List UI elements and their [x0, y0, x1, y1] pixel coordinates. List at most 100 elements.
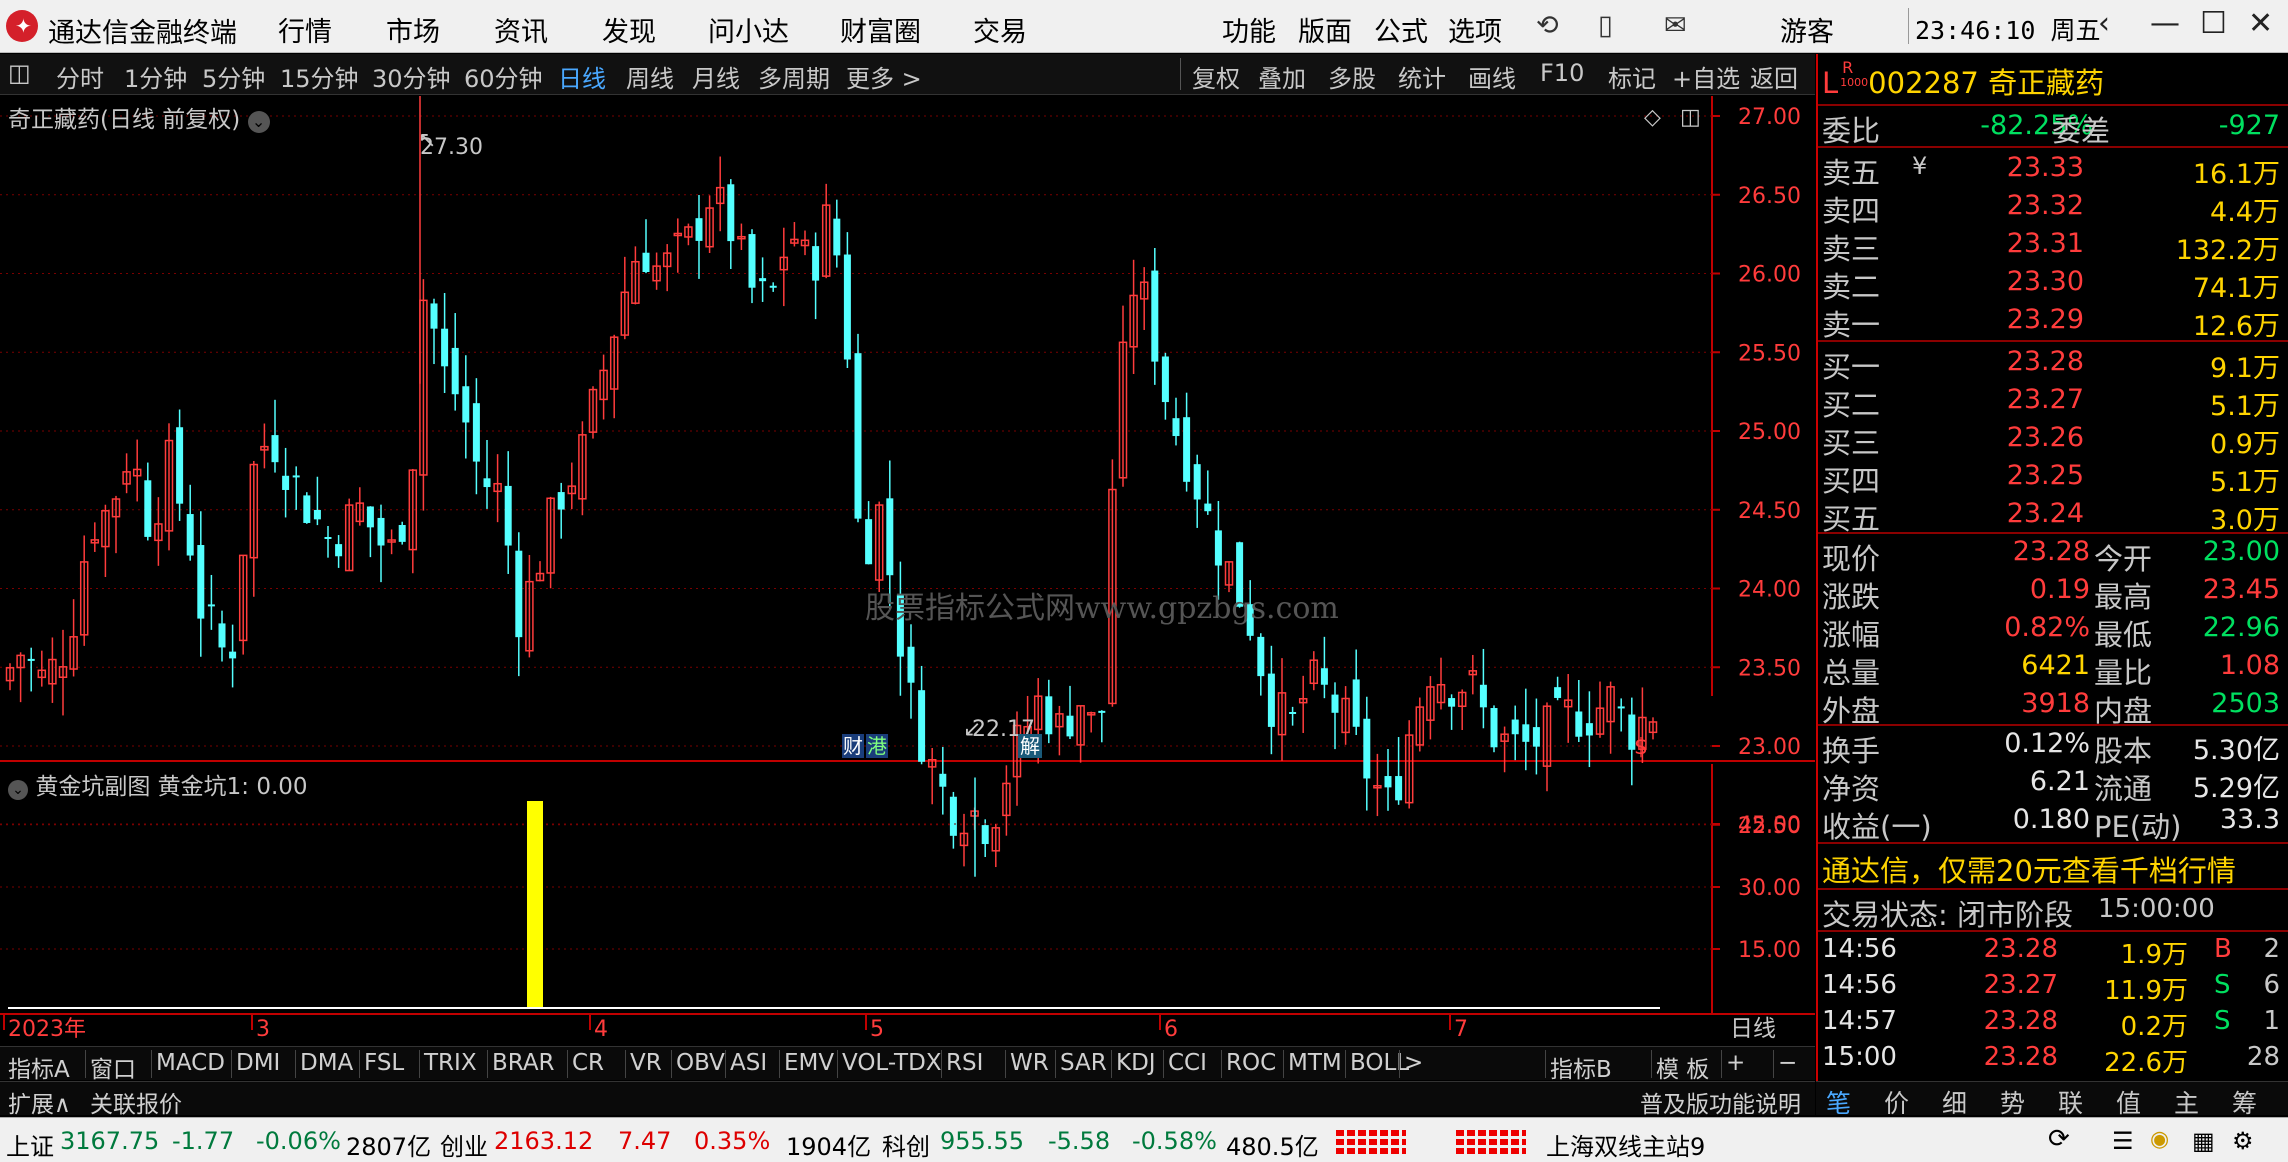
book-price[interactable]: 23.27 — [1928, 384, 2084, 415]
book-price[interactable]: 23.30 — [1928, 266, 2084, 297]
menu-wenxiaoda[interactable]: 问小达 — [708, 10, 789, 49]
indicator-16[interactable]: SAR — [1060, 1050, 1107, 1076]
indicator-20[interactable]: MTM — [1288, 1050, 1342, 1076]
user-label[interactable]: 游客 — [1780, 10, 1834, 49]
indicator-17[interactable]: KDJ — [1116, 1050, 1156, 1076]
menu-gongshi[interactable]: 公式 — [1374, 10, 1428, 49]
period-monthly[interactable]: 月线 — [692, 59, 740, 94]
period-more[interactable]: 更多 > — [846, 59, 922, 94]
action-back[interactable]: 返回 — [1750, 59, 1798, 94]
chart-canvas[interactable]: 27.00 26.50 26.00 25.50 25.00 24.50 24.00 23.50… — [0, 96, 1815, 1046]
indicator-0[interactable]: 指标A — [8, 1050, 70, 1084]
menu-jiaoyi[interactable]: 交易 — [973, 10, 1027, 49]
book-price[interactable]: 23.33 — [1928, 152, 2084, 183]
menu-xuanxiang[interactable]: 选项 — [1448, 10, 1502, 49]
book-price[interactable]: 23.31 — [1928, 228, 2084, 259]
menu-shichang[interactable]: 市场 — [386, 10, 440, 49]
list-icon[interactable]: ☰ — [2112, 1127, 2134, 1155]
right-tab-2[interactable]: 细 — [1942, 1084, 1967, 1120]
book-price[interactable]: 23.24 — [1928, 498, 2084, 529]
related-quote-button[interactable]: 关联报价 — [90, 1085, 182, 1119]
indicator-19[interactable]: ROC — [1226, 1050, 1276, 1076]
indicator-25[interactable]: + — [1726, 1050, 1745, 1076]
maximize-icon[interactable]: ☐ — [2200, 6, 2227, 41]
menu-banmian[interactable]: 版面 — [1298, 10, 1352, 49]
menu-caifuquan[interactable]: 财富圈 — [840, 10, 921, 49]
refresh-icon[interactable]: ⟲ — [1536, 10, 1559, 41]
indicator-26[interactable]: − — [1778, 1050, 1797, 1076]
back-icon[interactable]: ‹ — [2098, 6, 2110, 41]
menu-gongneng[interactable]: 功能 — [1222, 10, 1276, 49]
indicator-12[interactable]: EMV — [784, 1050, 834, 1076]
indicator-1[interactable]: 窗口 — [90, 1050, 136, 1084]
right-tab-3[interactable]: 势 — [2000, 1084, 2025, 1120]
indicator-11[interactable]: ASI — [730, 1050, 767, 1076]
phone-icon[interactable]: ▯ — [1598, 10, 1613, 41]
promo-banner[interactable]: 通达信，仅需20元查看千档行情 — [1822, 848, 2236, 890]
right-tab-1[interactable]: 价 — [1884, 1084, 1909, 1120]
menu-zixun[interactable]: 资讯 — [494, 10, 548, 49]
right-tab-4[interactable]: 联 — [2058, 1084, 2083, 1120]
indicator-8[interactable]: CR — [572, 1050, 604, 1076]
book-price[interactable]: 23.32 — [1928, 190, 2084, 221]
action-fuquan[interactable]: 复权 — [1192, 59, 1240, 94]
settings-icon[interactable]: ⚙ — [2232, 1127, 2254, 1155]
sh-label[interactable]: 上证 — [6, 1127, 54, 1162]
sync-icon[interactable]: ⟳ — [2048, 1124, 2070, 1154]
indicator-21[interactable]: BOLL — [1350, 1050, 1409, 1076]
indicator-9[interactable]: VR — [630, 1050, 662, 1076]
book-price[interactable]: 23.28 — [1928, 346, 2084, 377]
period-daily[interactable]: 日线 — [558, 59, 606, 94]
action-biaoji[interactable]: 标记 — [1608, 59, 1656, 94]
indicator-23[interactable]: 指标B — [1550, 1050, 1612, 1084]
indicator-10[interactable]: OBV — [676, 1050, 725, 1076]
action-add-watchlist[interactable]: +自选 — [1672, 59, 1740, 94]
book-price[interactable]: 23.26 — [1928, 422, 2084, 453]
panel-toggle-icon[interactable]: ◫ — [8, 59, 31, 87]
coin-icon[interactable]: ◉ — [2150, 1127, 2169, 1152]
close-icon[interactable]: ✕ — [2248, 6, 2273, 41]
period-1min[interactable]: 1分钟 — [124, 59, 187, 94]
server-name[interactable]: 上海双线主站9 — [1546, 1127, 1705, 1162]
indicator-2[interactable]: MACD — [156, 1050, 225, 1076]
indicator-3[interactable]: DMI — [236, 1050, 280, 1076]
menu-faxian[interactable]: 发现 — [602, 10, 656, 49]
period-15min[interactable]: 15分钟 — [280, 59, 359, 94]
expand-button[interactable]: 扩展∧ — [8, 1085, 71, 1119]
action-diejia[interactable]: 叠加 — [1258, 59, 1306, 94]
period-fenshi[interactable]: 分时 — [56, 59, 104, 94]
indicator-18[interactable]: CCI — [1168, 1050, 1207, 1076]
period-30min[interactable]: 30分钟 — [372, 59, 451, 94]
indicator-5[interactable]: FSL — [364, 1050, 404, 1076]
minimize-icon[interactable]: — — [2150, 6, 2180, 41]
action-f10[interactable]: F10 — [1540, 59, 1584, 87]
book-price[interactable]: 23.29 — [1928, 304, 2084, 335]
feature-help-link[interactable]: 普及版功能说明 — [1640, 1085, 1801, 1119]
cy-label[interactable]: 创业 — [440, 1127, 488, 1162]
right-tab-6[interactable]: 主 — [2174, 1084, 2199, 1120]
action-tongji[interactable]: 统计 — [1398, 59, 1446, 94]
right-tab-5[interactable]: 值 — [2116, 1084, 2141, 1120]
menu-hangqing[interactable]: 行情 — [278, 10, 332, 49]
right-tab-0[interactable]: 笔 — [1826, 1084, 1851, 1120]
right-tab-7[interactable]: 筹 — [2232, 1084, 2257, 1120]
indicator-7[interactable]: BRAR — [492, 1050, 555, 1076]
indicator-24[interactable]: 模 板 — [1656, 1050, 1709, 1084]
chevron-down-icon[interactable]: ⌄ — [247, 111, 270, 133]
period-5min[interactable]: 5分钟 — [202, 59, 265, 94]
indicator-13[interactable]: VOL-TDX — [842, 1050, 942, 1076]
kc-label[interactable]: 科创 — [882, 1127, 930, 1162]
book-price[interactable]: 23.25 — [1928, 460, 2084, 491]
grid-icon[interactable]: ▦ — [2192, 1127, 2215, 1155]
period-60min[interactable]: 60分钟 — [464, 59, 543, 94]
indicator-4[interactable]: DMA — [300, 1050, 353, 1076]
indicator-14[interactable]: RSI — [946, 1050, 983, 1076]
chevron-down-icon[interactable]: ⌄ — [8, 780, 28, 800]
action-duogu[interactable]: 多股 — [1328, 59, 1376, 94]
period-multi[interactable]: 多周期 — [758, 59, 830, 94]
period-weekly[interactable]: 周线 — [626, 59, 674, 94]
mail-icon[interactable]: ✉ — [1664, 10, 1687, 41]
indicator-15[interactable]: WR — [1010, 1050, 1049, 1076]
indicator-6[interactable]: TRIX — [424, 1050, 477, 1076]
indicator-22[interactable]: > — [1404, 1050, 1423, 1076]
